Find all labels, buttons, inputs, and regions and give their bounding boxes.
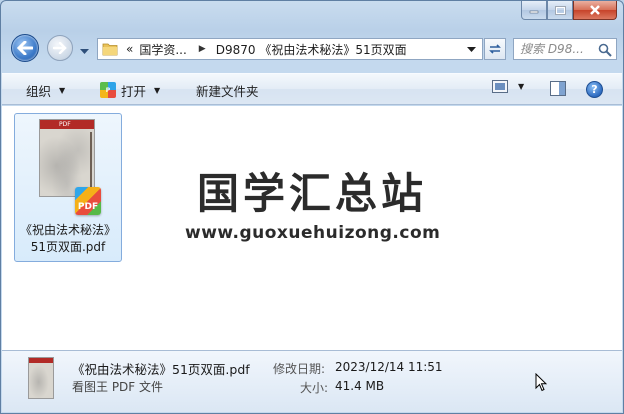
chevron-down-icon [80, 49, 89, 54]
preview-pane-button[interactable] [550, 81, 566, 99]
new-folder-button[interactable]: 新建文件夹 [190, 78, 265, 102]
preview-pane-icon [550, 81, 566, 96]
watermark-title: 国学汇总站 [197, 169, 428, 218]
details-file-name: 《祝由法术秘法》51页双面.pdf [72, 362, 250, 377]
file-list-area[interactable]: PDF PDF 《祝由法术秘法》 51页双面.pdf 国学汇总站 www.guo… [2, 106, 622, 350]
forward-button[interactable] [47, 35, 73, 61]
maximize-button[interactable] [547, 1, 573, 20]
breadcrumb-item-current[interactable]: D9870 《祝由法术秘法》51页双面 [216, 41, 407, 58]
mouse-cursor-icon [535, 373, 547, 392]
back-button[interactable] [11, 34, 39, 62]
caption-buttons [521, 1, 617, 21]
address-dropdown-icon[interactable] [467, 47, 476, 53]
command-bar: 组织 ▼ P 打开 ▼ 新建文件夹 ▼ ? [2, 73, 622, 105]
view-icon [492, 80, 508, 93]
file-name-label: 《祝由法术秘法》 51页双面.pdf [15, 222, 121, 256]
watermark-url: www.guoxuehuizong.com [185, 223, 441, 243]
details-size-label: 大小: [300, 381, 329, 395]
breadcrumb-item-parent[interactable]: 国学资... [139, 41, 186, 58]
arrow-left-icon [17, 41, 33, 55]
file-name-line1: 《祝由法术秘法》 [19, 223, 116, 237]
address-bar[interactable]: « 国学资... ▶ D9870 《祝由法术秘法》51页双面 [97, 38, 483, 60]
new-folder-label: 新建文件夹 [196, 83, 259, 99]
close-icon [590, 5, 600, 15]
close-button[interactable] [573, 1, 617, 20]
breadcrumb-separator-icon[interactable]: ▶ [199, 44, 206, 54]
search-icon[interactable] [598, 43, 612, 57]
open-button[interactable]: P 打开 ▼ [94, 78, 166, 102]
chevron-down-icon: ▼ [518, 82, 525, 91]
pdf-app-icon: P [100, 82, 116, 98]
search-input[interactable] [520, 42, 600, 56]
details-modified-value: 2023/12/14 11:51 [335, 360, 443, 374]
explorer-window: « 国学资... ▶ D9870 《祝由法术秘法》51页双面 组织 ▼ P 打开… [0, 0, 624, 414]
organize-label: 组织 [26, 83, 52, 99]
pdf-icon: PDF [75, 187, 101, 215]
file-item[interactable]: PDF PDF 《祝由法术秘法》 51页双面.pdf [14, 113, 122, 262]
details-size-value: 41.4 MB [335, 379, 385, 393]
arrow-right-icon [53, 42, 67, 54]
minimize-icon [529, 10, 539, 14]
breadcrumb-overflow[interactable]: « [126, 42, 133, 56]
change-view-button[interactable]: ▼ [492, 80, 524, 93]
thumbnail-header-text: PDF [59, 121, 71, 128]
details-modified-label: 修改日期: [273, 362, 326, 376]
file-name-line2: 51页双面.pdf [30, 240, 106, 254]
minimize-button[interactable] [521, 1, 547, 20]
refresh-icon [489, 44, 501, 54]
search-box[interactable] [513, 38, 617, 60]
open-label: 打开 [121, 83, 147, 99]
details-thumbnail [28, 357, 54, 399]
organize-button[interactable]: 组织 ▼ [20, 78, 71, 102]
navigation-bar: « 国学资... ▶ D9870 《祝由法术秘法》51页双面 [1, 29, 624, 69]
details-pane: 《祝由法术秘法》51页双面.pdf 看图王 PDF 文件 修改日期: 2023/… [2, 350, 622, 412]
details-file-type: 看图王 PDF 文件 [72, 380, 164, 394]
folder-icon [102, 43, 118, 56]
pdf-thumbnail: PDF [39, 119, 95, 197]
help-button[interactable]: ? [586, 81, 603, 98]
maximize-icon [554, 5, 566, 15]
recent-pages-dropdown[interactable] [80, 44, 89, 58]
refresh-button[interactable] [484, 38, 506, 60]
chevron-down-icon: ▼ [154, 85, 161, 95]
chevron-down-icon: ▼ [59, 85, 66, 95]
